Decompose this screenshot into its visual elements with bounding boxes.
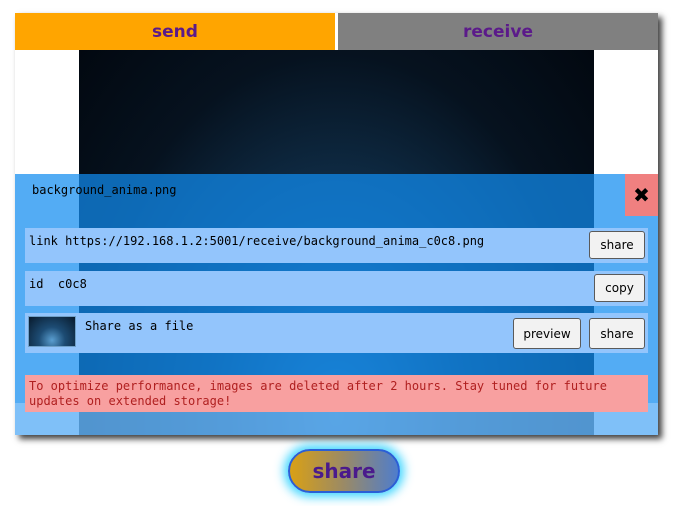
app-window: send receive background_anima.png ✖ link… xyxy=(15,13,658,435)
share-link: link https://192.168.1.2:5001/receive/ba… xyxy=(29,234,485,248)
notice-text: To optimize performance, images are dele… xyxy=(29,379,607,408)
preview-button[interactable]: preview xyxy=(513,318,581,349)
share-button[interactable]: share xyxy=(288,449,400,493)
id-row: id c0c8 copy xyxy=(25,271,648,306)
tab-send[interactable]: send xyxy=(15,13,335,50)
file-share-row: Share as a file preview share xyxy=(25,313,648,353)
close-icon[interactable]: ✖ xyxy=(625,174,658,216)
file-name: background_anima.png xyxy=(32,183,177,197)
link-row: link https://192.168.1.2:5001/receive/ba… xyxy=(25,228,648,263)
share-as-file-label: Share as a file xyxy=(85,319,194,333)
image-thumbnail xyxy=(28,316,76,347)
share-file-button[interactable]: share xyxy=(589,318,645,349)
file-id: id c0c8 xyxy=(29,277,87,291)
share-link-button[interactable]: share xyxy=(589,231,645,259)
copy-button[interactable]: copy xyxy=(594,274,645,302)
storage-notice: To optimize performance, images are dele… xyxy=(25,375,648,412)
tab-receive[interactable]: receive xyxy=(338,13,658,50)
tab-bar: send receive xyxy=(15,13,658,50)
